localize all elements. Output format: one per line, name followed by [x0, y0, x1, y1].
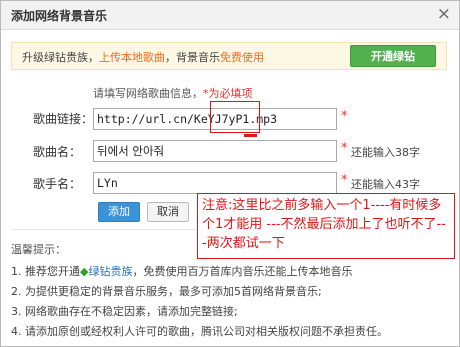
promo-mid: ，背景音乐	[165, 51, 220, 64]
song-name-remaining: 还能输入38字	[351, 146, 420, 159]
open-green-diamond-button[interactable]: 开通绿钻	[350, 45, 436, 67]
upload-local-link[interactable]: 上传本地歌曲	[99, 51, 165, 64]
singer-name-remaining: 还能输入43字	[351, 178, 420, 191]
form-hint: 请填写网络歌曲信息，*为必填项	[93, 85, 253, 101]
dialog-titlebar: 添加网络背景音乐 ×	[1, 1, 459, 30]
close-icon[interactable]: ×	[437, 4, 451, 24]
tip-4: 4. 请添加原创或经权利人许可的歌曲，腾讯公司对相关版权问题不承担责任。	[11, 325, 388, 338]
dialog-title: 添加网络背景音乐	[11, 9, 108, 23]
highlight-underline	[244, 134, 257, 137]
highlight-box	[210, 101, 260, 133]
singer-name-label: 歌手名：	[33, 177, 82, 191]
tip-2: 2. 为提供更稳定的背景音乐服务，最多可添加5首网络背景音乐;	[11, 285, 322, 298]
tips-title: 温馨提示：	[11, 243, 66, 256]
tip-3: 3. 网络歌曲存在不稳定因素，请添加完整链接;	[11, 305, 238, 318]
song-name-label: 歌曲名：	[33, 145, 82, 159]
promo-text: 升级绿钻贵族，上传本地歌曲，背景音乐免费使用	[22, 49, 264, 65]
singer-name-input[interactable]: LYn	[93, 172, 337, 194]
required-star: *	[341, 141, 348, 156]
tip-1: 1. 推荐您开通◆绿钻贵族，免费使用百万首库内音乐还能上传本地音乐	[11, 263, 352, 279]
required-star: *	[341, 109, 348, 124]
required-note: *为必填项	[203, 87, 253, 100]
add-music-dialog: 添加网络背景音乐 × 升级绿钻贵族，上传本地歌曲，背景音乐免费使用 开通绿钻 请…	[0, 0, 460, 347]
free-use-link[interactable]: 免费使用	[220, 51, 264, 64]
annotation-note: 注意:这里比之前多输入一个1----有时候多个1才能用 ---不然最后添加上了也…	[197, 193, 455, 259]
promo-banner: 升级绿钻贵族，上传本地歌曲，背景音乐免费使用 开通绿钻	[11, 42, 447, 70]
hint-text: 请填写网络歌曲信息，	[93, 87, 203, 100]
promo-prefix: 升级绿钻贵族，	[22, 51, 99, 64]
song-link-label: 歌曲链接：	[33, 112, 94, 126]
add-button[interactable]: 添加	[98, 202, 140, 222]
tip-1-prefix: 1. 推荐您开通	[11, 265, 80, 278]
tip-1-suffix: ，免费使用百万首库内音乐还能上传本地音乐	[132, 265, 353, 278]
required-star: *	[341, 173, 348, 188]
song-name-input[interactable]: 뒤에서 안아줘	[93, 140, 337, 162]
green-diamond-link[interactable]: 绿钻贵族	[88, 265, 132, 278]
cancel-button[interactable]: 取消	[147, 202, 189, 222]
